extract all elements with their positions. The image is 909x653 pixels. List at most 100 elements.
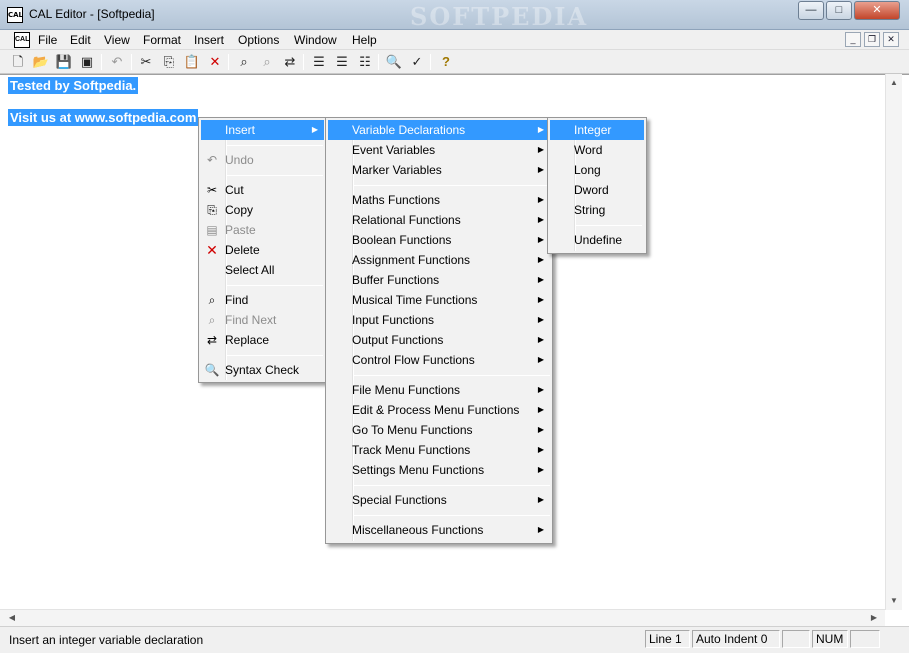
variable-item-label: Integer <box>574 123 612 137</box>
close-button[interactable]: ✕ <box>854 1 900 20</box>
submenu-item-label: Buffer Functions <box>352 273 440 287</box>
variable-item-dword[interactable]: Dword <box>550 180 644 200</box>
copy-icon[interactable]: ⎘ <box>160 53 178 71</box>
submenu-item-relational-functions[interactable]: Relational Functions ▶ <box>328 210 550 230</box>
comment-icon[interactable]: ☷ <box>356 53 374 71</box>
variable-item-string[interactable]: String <box>550 200 644 220</box>
context-item-select-all[interactable]: Select All <box>201 260 324 280</box>
submenu-item-buffer-functions[interactable]: Buffer Functions ▶ <box>328 270 550 290</box>
toolbar-separator <box>101 54 102 70</box>
menu-view[interactable]: View <box>104 33 130 47</box>
submenu-arrow-icon: ▶ <box>311 125 318 134</box>
cut-icon[interactable]: ✂ <box>137 53 155 71</box>
scroll-right-icon[interactable]: ▶ <box>866 613 882 622</box>
submenu-item-musical-time-functions[interactable]: Musical Time Functions ▶ <box>328 290 550 310</box>
context-item-paste[interactable]: ▤ Paste <box>201 220 324 240</box>
replace-icon[interactable]: ⇄ <box>281 53 299 71</box>
submenu-arrow-icon: ▶ <box>537 495 544 504</box>
menu-file[interactable]: File <box>38 33 57 47</box>
vertical-scrollbar[interactable]: ▲ ▼ <box>885 74 902 610</box>
app-icon[interactable]: CAL <box>7 7 23 23</box>
context-item-cut[interactable]: ✂ Cut <box>201 180 324 200</box>
paste-icon[interactable]: 📋 <box>183 53 201 71</box>
title-bar: CAL CAL Editor - [Softpedia] SOFTPEDIA —… <box>0 0 909 31</box>
submenu-item-edit-process-menu-functions[interactable]: Edit & Process Menu Functions ▶ <box>328 400 550 420</box>
status-empty-pane <box>782 630 810 648</box>
scroll-left-icon[interactable]: ◀ <box>4 613 20 622</box>
outdent-icon[interactable]: ☰ <box>333 53 351 71</box>
submenu-item-control-flow-functions[interactable]: Control Flow Functions ▶ <box>328 350 550 370</box>
submenu-item-input-functions[interactable]: Input Functions ▶ <box>328 310 550 330</box>
editor-line-1[interactable]: Tested by Softpedia. <box>8 77 139 94</box>
submenu-item-settings-menu-functions[interactable]: Settings Menu Functions ▶ <box>328 460 550 480</box>
submenu-item-output-functions[interactable]: Output Functions ▶ <box>328 330 550 350</box>
submenu-item-miscellaneous-functions[interactable]: Miscellaneous Functions ▶ <box>328 520 550 540</box>
submenu-item-marker-variables[interactable]: Marker Variables ▶ <box>328 160 550 180</box>
menu-separator <box>227 285 323 286</box>
search-icon[interactable]: 🔍 <box>385 53 403 71</box>
minimize-button[interactable]: — <box>798 1 824 20</box>
submenu-arrow-icon: ▶ <box>537 195 544 204</box>
submenu-item-event-variables[interactable]: Event Variables ▶ <box>328 140 550 160</box>
submenu-item-label: Marker Variables <box>352 163 442 177</box>
status-message: Insert an integer variable declaration <box>9 633 204 647</box>
variable-item-long[interactable]: Long <box>550 160 644 180</box>
variable-item-word[interactable]: Word <box>550 140 644 160</box>
submenu-item-assignment-functions[interactable]: Assignment Functions ▶ <box>328 250 550 270</box>
context-item-syntax-check[interactable]: 🔍 Syntax Check <box>201 360 324 380</box>
find-next-icon[interactable]: ⌕ <box>258 53 276 71</box>
indent-icon[interactable]: ☰ <box>310 53 328 71</box>
submenu-item-special-functions[interactable]: Special Functions ▶ <box>328 490 550 510</box>
scroll-down-icon[interactable]: ▼ <box>886 596 902 605</box>
cut-icon: ✂ <box>206 183 218 197</box>
menu-help[interactable]: Help <box>352 33 377 47</box>
submenu-item-variable-declarations[interactable]: Variable Declarations ▶ <box>328 120 550 140</box>
mdi-minimize-button[interactable]: _ <box>845 32 861 47</box>
menu-format[interactable]: Format <box>143 33 181 47</box>
submenu-item-maths-functions[interactable]: Maths Functions ▶ <box>328 190 550 210</box>
submenu-item-boolean-functions[interactable]: Boolean Functions ▶ <box>328 230 550 250</box>
help-icon[interactable]: ? <box>437 53 455 71</box>
undo-icon[interactable]: ↶ <box>108 53 126 71</box>
document-icon[interactable]: CAL <box>14 32 30 48</box>
submenu-arrow-icon: ▶ <box>537 145 544 154</box>
submenu-item-label: Settings Menu Functions <box>352 463 485 477</box>
context-item-undo[interactable]: ↶ Undo <box>201 150 324 170</box>
submenu-item-file-menu-functions[interactable]: File Menu Functions ▶ <box>328 380 550 400</box>
context-item-label: Paste <box>225 223 256 237</box>
menu-window[interactable]: Window <box>294 33 337 47</box>
new-file-icon[interactable]: 🗋 <box>9 53 27 71</box>
editor-line-2[interactable]: Visit us at www.softpedia.com <box>8 109 199 126</box>
find-icon[interactable]: ⌕ <box>235 53 253 71</box>
context-item-replace[interactable]: ⇄ Replace <box>201 330 324 350</box>
save-icon[interactable]: 💾 <box>55 53 73 71</box>
submenu-item-label: Go To Menu Functions <box>352 423 473 437</box>
context-item-delete[interactable]: ✕ Delete <box>201 240 324 260</box>
submenu-item-track-menu-functions[interactable]: Track Menu Functions ▶ <box>328 440 550 460</box>
submenu-item-label: Event Variables <box>352 143 436 157</box>
variable-item-label: Dword <box>574 183 609 197</box>
menu-insert[interactable]: Insert <box>194 33 224 47</box>
context-item-find[interactable]: ⌕ Find <box>201 290 324 310</box>
maximize-button[interactable]: □ <box>826 1 852 20</box>
undo-icon: ↶ <box>206 153 218 167</box>
mdi-restore-button[interactable]: ❐ <box>864 32 880 47</box>
delete-icon[interactable]: ✕ <box>206 53 224 71</box>
variable-item-undefine[interactable]: Undefine <box>550 230 644 250</box>
menu-edit[interactable]: Edit <box>70 33 91 47</box>
toolbar-separator <box>228 54 229 70</box>
save-all-icon[interactable]: ▣ <box>78 53 96 71</box>
scroll-up-icon[interactable]: ▲ <box>886 78 902 87</box>
submenu-item-label: Relational Functions <box>352 213 461 227</box>
context-item-find-next[interactable]: ⌕ Find Next <box>201 310 324 330</box>
syntax-check-icon[interactable]: ✓ <box>408 53 426 71</box>
submenu-item-go-to-menu-functions[interactable]: Go To Menu Functions ▶ <box>328 420 550 440</box>
status-bar: Insert an integer variable declaration L… <box>0 626 909 653</box>
open-folder-icon[interactable]: 📂 <box>32 53 50 71</box>
horizontal-scrollbar[interactable]: ◀ ▶ <box>0 609 885 626</box>
context-item-copy[interactable]: ⎘ Copy <box>201 200 324 220</box>
variable-item-integer[interactable]: Integer <box>550 120 644 140</box>
context-item-insert[interactable]: Insert ▶ <box>201 120 324 140</box>
mdi-close-button[interactable]: ✕ <box>883 32 899 47</box>
menu-options[interactable]: Options <box>238 33 279 47</box>
